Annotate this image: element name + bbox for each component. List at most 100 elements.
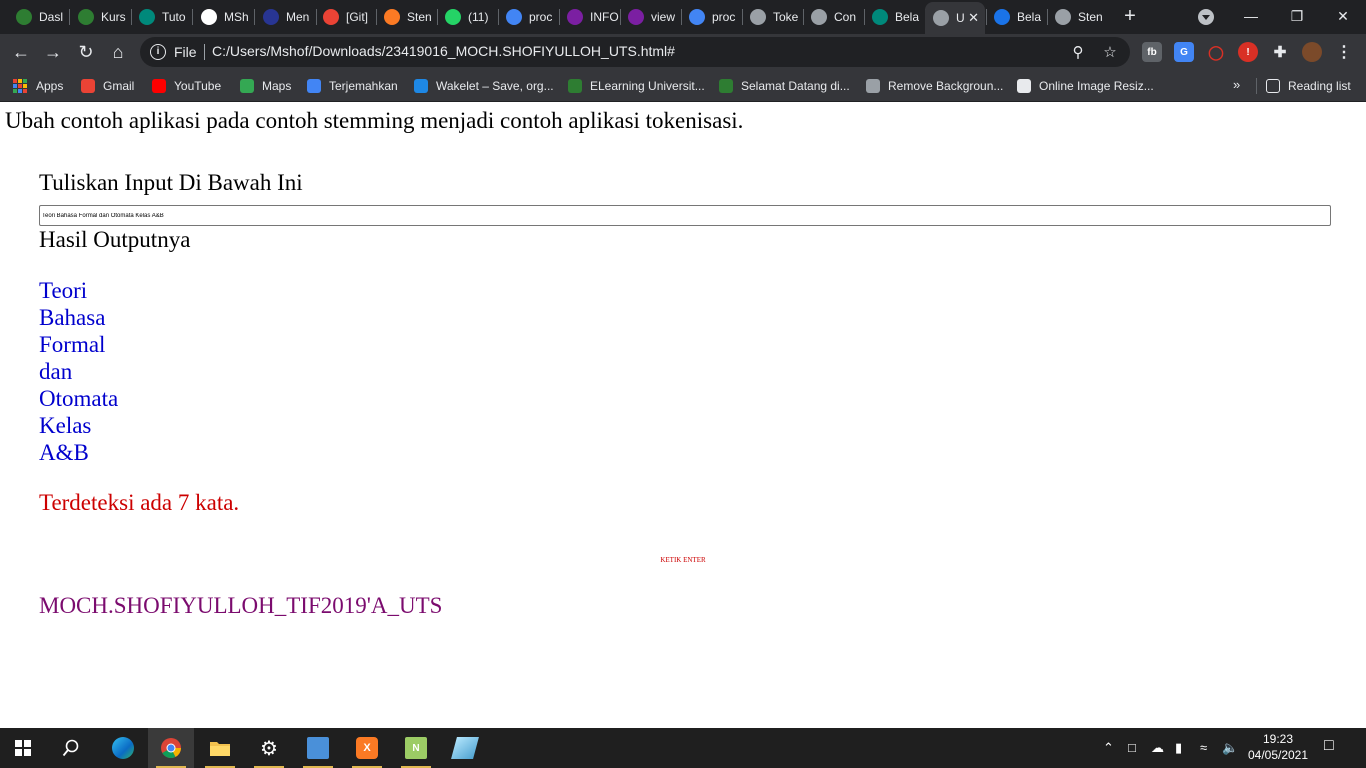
token-item: Formal bbox=[39, 332, 106, 357]
browser-tab[interactable]: [Git] bbox=[315, 4, 375, 30]
bookmark-item[interactable]: Online Image Resiz... bbox=[1017, 77, 1154, 95]
taskbar-control-panel[interactable] bbox=[295, 728, 341, 768]
v-logo-icon bbox=[263, 9, 279, 25]
gear-icon: ⚙ bbox=[260, 737, 278, 760]
browser-tab[interactable]: Men bbox=[255, 4, 315, 30]
browser-tab[interactable]: U ✕ bbox=[925, 2, 985, 34]
reload-button[interactable]: ↻ bbox=[74, 40, 98, 64]
tray-wifi-icon[interactable]: ≈ bbox=[1200, 740, 1207, 755]
browser-tab[interactable]: Toke bbox=[742, 4, 802, 30]
taskbar-edge[interactable] bbox=[100, 728, 146, 768]
xampp-icon bbox=[384, 9, 400, 25]
browser-tab[interactable]: (11) bbox=[437, 4, 497, 30]
url-scheme-chip: File bbox=[174, 44, 197, 60]
browser-tab[interactable]: Tuto bbox=[131, 4, 191, 30]
output-heading: Hasil Outputnya bbox=[39, 227, 191, 252]
teal-logo-icon bbox=[139, 9, 155, 25]
browser-tab[interactable]: Con bbox=[803, 4, 863, 30]
more-bookmarks-chevron-icon[interactable]: » bbox=[1233, 77, 1240, 92]
bookmark-item[interactable]: Remove Backgroun... bbox=[866, 77, 1003, 95]
taskbar-app[interactable] bbox=[442, 728, 488, 768]
browser-tab[interactable]: proc bbox=[498, 4, 558, 30]
forward-button[interactable]: → bbox=[41, 40, 65, 64]
browser-tab[interactable]: Bela bbox=[864, 4, 924, 30]
bookmark-item[interactable]: Selamat Datang di... bbox=[719, 77, 850, 95]
zoom-icon[interactable]: ⚲ bbox=[1068, 42, 1088, 62]
start-button[interactable] bbox=[0, 728, 46, 768]
tab-title: Sten bbox=[1078, 10, 1103, 24]
edge-icon bbox=[112, 737, 134, 759]
bookmark-item[interactable]: Wakelet – Save, org... bbox=[414, 77, 554, 95]
back-button[interactable]: ← bbox=[9, 40, 33, 64]
globe-icon bbox=[811, 9, 827, 25]
home-button[interactable]: ⌂ bbox=[106, 40, 130, 64]
reading-list-button[interactable]: Reading list bbox=[1266, 77, 1351, 95]
browser-tab[interactable]: Sten bbox=[1047, 4, 1107, 30]
control-panel-icon bbox=[307, 737, 329, 759]
maps-pin-icon bbox=[240, 79, 254, 93]
taskbar-search-button[interactable] bbox=[48, 728, 94, 768]
taskbar-file-explorer[interactable] bbox=[197, 728, 243, 768]
taskbar-settings[interactable]: ⚙ bbox=[246, 728, 292, 768]
bookmark-star-icon[interactable]: ☆ bbox=[1100, 42, 1120, 62]
taskbar-xampp[interactable]: X bbox=[344, 728, 390, 768]
url-text[interactable]: C:/Users/Mshof/Downloads/23419016_MOCH.S… bbox=[212, 43, 675, 59]
address-bar[interactable]: i File C:/Users/Mshof/Downloads/23419016… bbox=[140, 37, 1130, 67]
browser-tab[interactable]: Bela bbox=[986, 4, 1046, 30]
extensions-puzzle-icon[interactable]: ✚ bbox=[1270, 42, 1290, 62]
bookmark-item[interactable]: Maps bbox=[240, 77, 291, 95]
input-heading: Tuliskan Input Di Bawah Ini bbox=[39, 170, 303, 195]
bookmark-item[interactable]: Apps bbox=[13, 77, 63, 95]
bookmark-label: Gmail bbox=[103, 79, 135, 93]
tab-title: INFO bbox=[590, 10, 619, 24]
bookmark-item[interactable]: ELearning Universit... bbox=[568, 77, 705, 95]
chrome-icon bbox=[160, 737, 182, 759]
tray-chevron-up-icon[interactable]: ⌃ bbox=[1103, 740, 1114, 756]
minimize-icon[interactable]: — bbox=[1228, 0, 1274, 32]
taskbar-notepad[interactable]: N bbox=[393, 728, 439, 768]
browser-tab[interactable]: proc bbox=[681, 4, 741, 30]
globe-icon bbox=[1017, 79, 1031, 93]
browser-tab[interactable]: MSh bbox=[193, 4, 253, 30]
globe-icon bbox=[750, 9, 766, 25]
extension-translate-icon[interactable]: G bbox=[1174, 42, 1194, 62]
profile-avatar[interactable] bbox=[1302, 42, 1322, 62]
close-tab-icon[interactable]: ✕ bbox=[968, 10, 979, 26]
bookmark-item[interactable]: Gmail bbox=[81, 77, 134, 95]
browser-tab[interactable]: Kurs bbox=[70, 4, 130, 30]
enter-button[interactable]: KETIK ENTER bbox=[640, 554, 726, 566]
tray-device-icon[interactable]: □ bbox=[1128, 740, 1136, 755]
browser-tab[interactable]: view bbox=[620, 4, 680, 30]
token-item: Bahasa bbox=[39, 305, 106, 330]
tab-title: Sten bbox=[407, 10, 432, 24]
extension-adblock-icon[interactable]: ◯ bbox=[1206, 42, 1226, 62]
tab-search-icon[interactable] bbox=[1198, 9, 1214, 25]
bookmark-item[interactable]: YouTube bbox=[152, 77, 221, 95]
tray-battery-icon[interactable]: ▮ bbox=[1175, 740, 1182, 756]
restore-icon[interactable]: ❐ bbox=[1274, 0, 1320, 32]
taskbar-clock[interactable]: 19:23 04/05/2021 bbox=[1244, 731, 1312, 763]
browser-tab[interactable]: Sten bbox=[376, 4, 436, 30]
extension-shield-icon[interactable]: ! bbox=[1238, 42, 1258, 62]
tab-title: proc bbox=[529, 10, 553, 24]
folder-icon bbox=[209, 737, 231, 759]
teal-logo-icon bbox=[872, 9, 888, 25]
chrome-menu-icon[interactable]: ⋮ bbox=[1334, 42, 1354, 62]
taskbar-chrome[interactable] bbox=[148, 728, 194, 768]
bookmark-item[interactable]: Terjemahkan bbox=[307, 77, 398, 95]
token-input[interactable] bbox=[39, 205, 1331, 226]
notification-center-icon[interactable]: □ bbox=[1324, 737, 1334, 755]
d-logo-icon bbox=[994, 9, 1010, 25]
close-window-icon[interactable]: ✕ bbox=[1320, 0, 1366, 32]
extension-fb-icon[interactable]: fb bbox=[1142, 42, 1162, 62]
reading-list-icon bbox=[1266, 79, 1280, 93]
browser-tab[interactable]: INFO bbox=[559, 4, 619, 30]
bookmark-label: Online Image Resiz... bbox=[1039, 79, 1154, 93]
tray-volume-icon[interactable]: 🔈 bbox=[1222, 740, 1238, 756]
site-info-icon[interactable]: i bbox=[150, 44, 166, 60]
apps-grid-icon bbox=[13, 79, 27, 93]
bookmark-label: Terjemahkan bbox=[329, 79, 398, 93]
browser-tab[interactable]: Dasl bbox=[8, 4, 68, 30]
new-tab-button[interactable]: + bbox=[1118, 4, 1142, 30]
tray-cloud-warning-icon[interactable]: ☁ bbox=[1151, 740, 1164, 756]
